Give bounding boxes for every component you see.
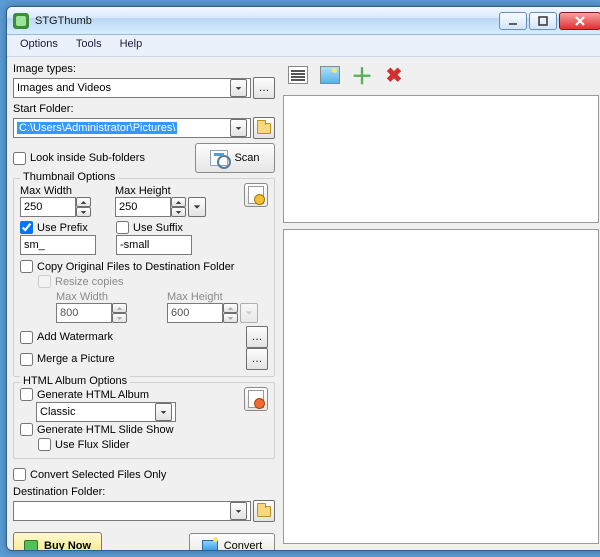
merge-picture-checkbox[interactable]: Merge a Picture	[20, 352, 115, 367]
buy-now-button[interactable]: Buy Now	[13, 532, 102, 550]
file-list-pane[interactable]	[283, 95, 599, 223]
image-types-browse-button[interactable]	[253, 77, 275, 99]
close-button[interactable]	[559, 12, 600, 30]
merge-options-button[interactable]	[246, 348, 268, 370]
resize-copies-checkbox: Resize copies	[38, 274, 268, 289]
thumbnail-icon	[320, 66, 340, 84]
max-width-spinner[interactable]	[20, 197, 91, 217]
minimize-button[interactable]	[499, 12, 527, 30]
scan-icon	[210, 150, 228, 166]
suffix-input[interactable]	[116, 235, 192, 255]
generate-slideshow-checkbox[interactable]: Generate HTML Slide Show	[20, 422, 268, 437]
menu-options[interactable]: Options	[11, 35, 67, 56]
copy-original-checkbox[interactable]: Copy Original Files to Destination Folde…	[20, 259, 268, 274]
cart-icon	[24, 540, 38, 550]
max-height-spinner[interactable]	[115, 197, 186, 217]
chevron-down-icon[interactable]	[230, 502, 247, 520]
maximize-button[interactable]	[529, 12, 557, 30]
down-icon[interactable]	[171, 207, 186, 217]
max-width-input[interactable]	[20, 197, 76, 217]
chevron-down-icon[interactable]	[155, 403, 172, 421]
max-height-input[interactable]	[115, 197, 171, 217]
folder-icon	[257, 123, 271, 134]
copy-max-height-spinner	[167, 303, 238, 323]
list-view-button[interactable]	[285, 62, 311, 88]
image-icon	[202, 540, 218, 550]
size-options-button[interactable]	[188, 197, 206, 217]
preview-toolbar: ＋ ✖	[283, 61, 599, 89]
settings-gear-icon	[248, 186, 264, 204]
down-icon[interactable]	[76, 207, 91, 217]
look-inside-input[interactable]	[13, 152, 26, 165]
menubar: Options Tools Help	[7, 35, 600, 57]
preview-panel: ＋ ✖	[283, 61, 599, 544]
add-watermark-checkbox[interactable]: Add Watermark	[20, 330, 113, 345]
use-prefix-checkbox[interactable]: Use Prefix	[20, 220, 96, 235]
chevron-down-icon[interactable]	[230, 119, 247, 137]
chevron-down-icon[interactable]	[230, 79, 247, 97]
start-folder-browse-button[interactable]	[253, 117, 275, 139]
use-suffix-checkbox[interactable]: Use Suffix	[116, 220, 192, 235]
remove-button[interactable]: ✖	[381, 62, 407, 88]
up-icon[interactable]	[76, 197, 91, 207]
preview-pane[interactable]	[283, 229, 599, 544]
up-icon[interactable]	[171, 197, 186, 207]
convert-button[interactable]: Convert	[189, 533, 275, 550]
settings-gear-icon	[248, 390, 264, 408]
watermark-options-button[interactable]	[246, 326, 268, 348]
copy-max-width-spinner	[56, 303, 127, 323]
dest-folder-combo[interactable]	[13, 501, 251, 521]
titlebar[interactable]: STGThumb	[7, 7, 600, 35]
max-width-label: Max Width	[20, 185, 91, 197]
dest-folder-label: Destination Folder:	[13, 486, 275, 498]
album-settings-button[interactable]	[244, 387, 268, 411]
plus-icon: ＋	[351, 59, 373, 91]
image-types-combo[interactable]: Images and Videos	[13, 78, 251, 98]
use-flux-checkbox[interactable]: Use Flux Slider	[20, 437, 268, 452]
look-inside-checkbox[interactable]: Look inside Sub-folders	[13, 151, 145, 166]
thumbnail-settings-button[interactable]	[244, 183, 268, 207]
thumbnail-options-group: Thumbnail Options Max Width	[13, 178, 275, 377]
start-folder-value: C:\Users\Administrator\Pictures\	[17, 122, 177, 134]
menu-tools[interactable]: Tools	[67, 35, 111, 56]
thumbnail-view-button[interactable]	[317, 62, 343, 88]
generate-album-checkbox[interactable]: Generate HTML Album	[20, 387, 242, 402]
html-album-group: HTML Album Options Generate HTML Album C…	[13, 382, 275, 459]
app-window: STGThumb Options Tools Help Image types:…	[6, 6, 600, 551]
x-icon: ✖	[386, 63, 403, 88]
menu-help[interactable]: Help	[111, 35, 152, 56]
album-style-combo[interactable]: Classic	[36, 402, 176, 422]
copy-size-options-button	[240, 303, 258, 323]
image-types-label: Image types:	[13, 63, 275, 75]
start-folder-label: Start Folder:	[13, 103, 275, 115]
window-title: STGThumb	[35, 15, 499, 27]
folder-icon	[257, 506, 271, 517]
settings-panel: Image types: Images and Videos Start Fol…	[13, 61, 275, 544]
convert-selected-checkbox[interactable]: Convert Selected Files Only	[13, 467, 275, 482]
dest-folder-browse-button[interactable]	[253, 500, 275, 522]
app-icon	[13, 13, 29, 29]
add-button[interactable]: ＋	[349, 62, 375, 88]
max-height-label: Max Height	[115, 185, 206, 197]
scan-button[interactable]: Scan	[195, 143, 275, 173]
list-icon	[288, 66, 308, 84]
prefix-input[interactable]	[20, 235, 96, 255]
start-folder-combo[interactable]: C:\Users\Administrator\Pictures\	[13, 118, 251, 138]
